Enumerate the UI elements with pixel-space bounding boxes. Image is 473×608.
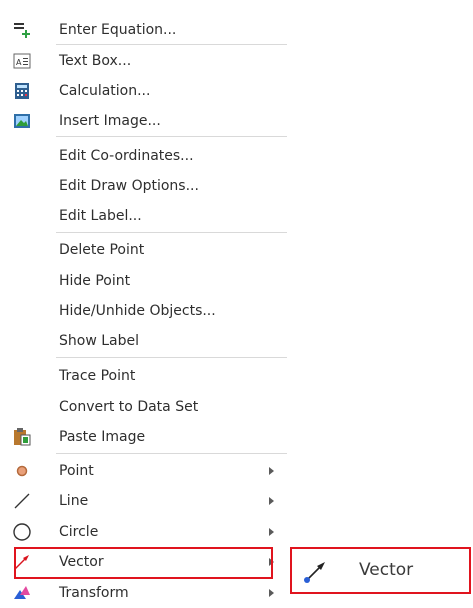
transform-icon	[12, 583, 32, 603]
submenu-arrow-icon	[269, 467, 274, 475]
menu-separator	[56, 136, 287, 137]
menu-item-delete-point[interactable]: Delete Point	[0, 235, 287, 265]
image-icon	[12, 111, 32, 131]
menu-item-trace-point[interactable]: Trace Point	[0, 361, 287, 391]
menu-item-label: Convert to Data Set	[59, 399, 199, 415]
line-icon	[12, 491, 32, 511]
menu-item-label: Edit Co-ordinates...	[59, 148, 194, 164]
menu-item-point[interactable]: Point	[0, 456, 287, 486]
menu-item-label: Enter Equation...	[59, 22, 177, 38]
menu-item-calculation[interactable]: Calculation...	[0, 76, 287, 106]
menu-item-label: Calculation...	[59, 83, 151, 99]
menu-item-label: Hide Point	[59, 273, 131, 289]
calculator-icon	[12, 81, 32, 101]
highlight-box-vector	[14, 547, 273, 579]
vector-icon	[302, 559, 328, 585]
menu-item-label: Insert Image...	[59, 113, 161, 129]
menu-item-line[interactable]: Line	[0, 486, 287, 516]
menu-item-text-box[interactable]: A Text Box...	[0, 46, 287, 76]
menu-item-enter-equation[interactable]: Enter Equation...	[0, 15, 287, 45]
point-icon	[12, 461, 32, 481]
submenu-arrow-icon	[269, 589, 274, 597]
menu-item-label: Edit Draw Options...	[59, 178, 199, 194]
circle-icon	[12, 522, 32, 542]
menu-item-label: Edit Label...	[59, 208, 142, 224]
text-box-icon: A	[12, 51, 32, 71]
menu-item-label: Point	[59, 463, 94, 479]
clipboard-icon	[12, 427, 32, 447]
menu-item-label: Line	[59, 493, 89, 509]
menu-item-label: Circle	[59, 524, 99, 540]
menu-item-label: Show Label	[59, 333, 139, 349]
menu-item-label: Trace Point	[59, 368, 136, 384]
menu-separator	[56, 232, 287, 233]
submenu-arrow-icon	[269, 497, 274, 505]
menu-item-label: Delete Point	[59, 242, 145, 258]
svg-text:A: A	[16, 58, 22, 67]
menu-item-show-label[interactable]: Show Label	[0, 326, 287, 356]
menu-item-circle[interactable]: Circle	[0, 517, 287, 547]
vector-submenu[interactable]: Vector	[290, 547, 471, 594]
menu-item-insert-image[interactable]: Insert Image...	[0, 106, 287, 136]
context-menu: Enter Equation... A Text Box... Calculat	[0, 0, 289, 606]
menu-item-label: Transform	[59, 585, 129, 601]
equation-icon	[12, 20, 32, 40]
menu-item-hide-unhide-objects[interactable]: Hide/Unhide Objects...	[0, 296, 287, 326]
menu-item-convert-to-data-set[interactable]: Convert to Data Set	[0, 392, 287, 422]
submenu-item-vector-label: Vector	[359, 560, 414, 580]
menu-item-edit-coordinates[interactable]: Edit Co-ordinates...	[0, 141, 287, 171]
menu-item-paste-image[interactable]: Paste Image	[0, 422, 287, 452]
menu-separator	[56, 453, 287, 454]
menu-item-edit-label[interactable]: Edit Label...	[0, 201, 287, 231]
menu-item-transform[interactable]: Transform	[0, 578, 287, 608]
menu-item-edit-draw-options[interactable]: Edit Draw Options...	[0, 171, 287, 201]
menu-item-label: Paste Image	[59, 429, 146, 445]
submenu-arrow-icon	[269, 528, 274, 536]
menu-separator	[56, 44, 287, 45]
menu-separator	[56, 357, 287, 358]
menu-item-label: Hide/Unhide Objects...	[59, 303, 216, 319]
menu-item-hide-point[interactable]: Hide Point	[0, 266, 287, 296]
menu-item-label: Text Box...	[59, 53, 132, 69]
